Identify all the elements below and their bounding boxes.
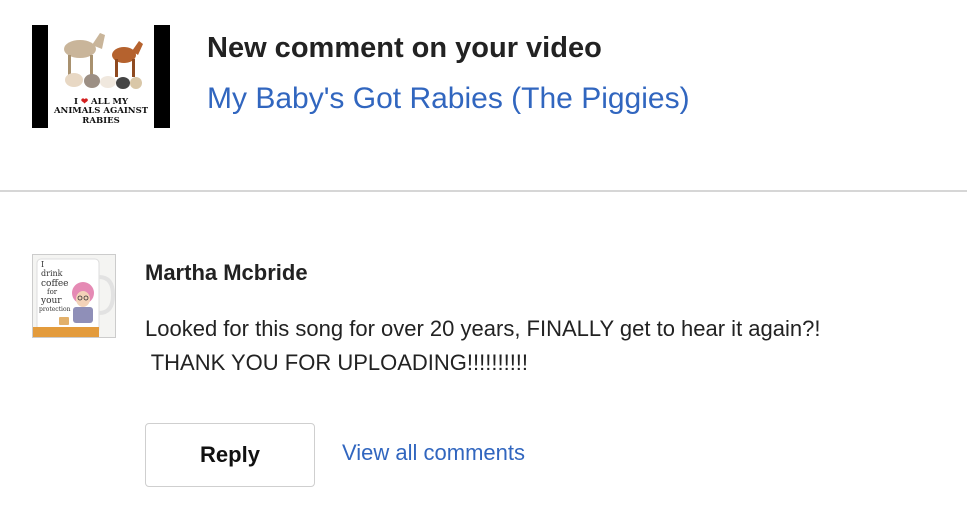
thumbnail-image: I ❤ ALL MY ANIMALS AGAINST RABIES — [48, 25, 154, 128]
divider — [0, 190, 967, 192]
coffee-mug-avatar-image: I drink coffee for your protection — [33, 255, 115, 337]
video-title-link[interactable]: My Baby's Got Rabies (The Piggies) — [207, 82, 690, 116]
mug-text-6: protection — [39, 306, 71, 313]
reply-button[interactable]: Reply — [145, 423, 315, 487]
heart-icon: ❤ — [80, 96, 89, 107]
mug-text-2: drink — [41, 269, 63, 278]
notification-title: New comment on your video — [207, 32, 602, 64]
comment-text: Looked for this song for over 20 years, … — [145, 312, 945, 380]
animals-illustration — [64, 33, 143, 89]
mug-text-4: for — [47, 288, 58, 296]
comment-author: Martha Mcbride — [145, 260, 308, 285]
view-all-comments-link[interactable]: View all comments — [342, 440, 525, 466]
comment-text-line: THANK YOU FOR UPLOADING!!!!!!!!!! — [145, 350, 529, 375]
mug-text-5: your — [40, 296, 62, 306]
comment-text-line: Looked for this song for over 20 years, … — [145, 316, 821, 341]
thumbnail-caption: I ❤ ALL MY ANIMALS AGAINST RABIES — [53, 96, 149, 126]
video-thumbnail[interactable]: I ❤ ALL MY ANIMALS AGAINST RABIES — [32, 25, 170, 128]
mug-text-1: I — [41, 260, 44, 269]
avatar[interactable]: I drink coffee for your protection — [32, 254, 116, 338]
